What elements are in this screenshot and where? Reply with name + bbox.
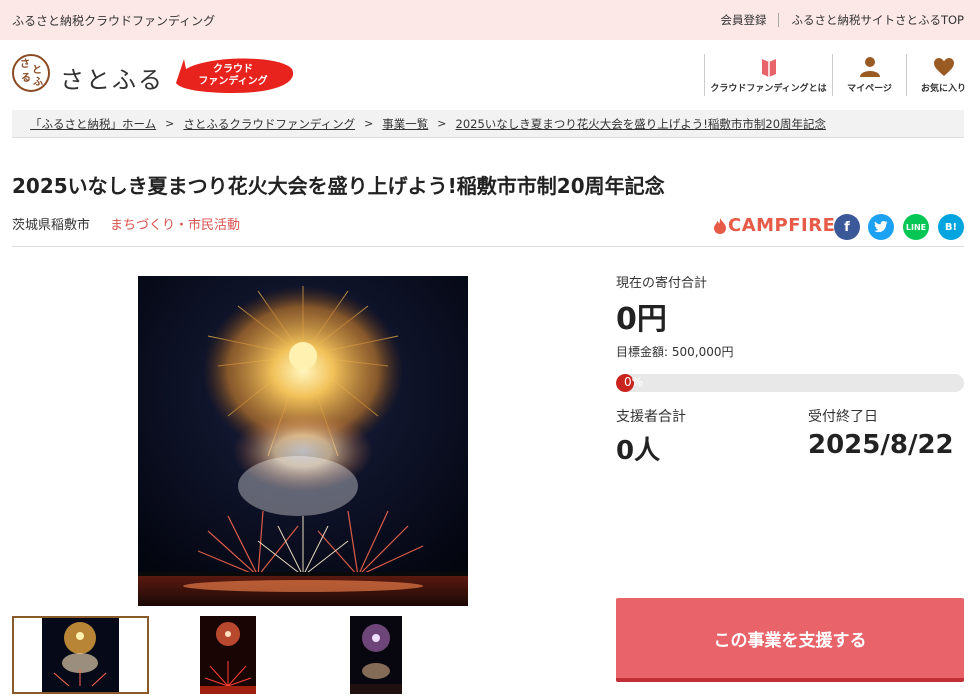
badge-line: ファンディング xyxy=(198,76,268,87)
thumbnail-3[interactable] xyxy=(350,616,402,694)
top-links: 会員登録 ふるさと納税サイトさとふるTOP xyxy=(720,12,964,28)
support-project-button[interactable]: この事業を支援する xyxy=(616,598,964,682)
satofull-logo-text[interactable]: さとふる xyxy=(60,60,164,95)
share-facebook-button[interactable]: f xyxy=(834,214,860,240)
breadcrumb-separator: > xyxy=(165,117,175,130)
line-icon: LINE xyxy=(905,222,927,232)
badge-line: クラウド xyxy=(213,64,253,75)
satofull-top-link[interactable]: ふるさと納税サイトさとふるTOP xyxy=(791,12,964,28)
nav-label: クラウドファンディングとは xyxy=(710,84,827,94)
breadcrumb-separator: > xyxy=(437,117,447,130)
header-nav: クラウドファンディングとは マイページ お気に入り xyxy=(704,54,980,96)
site-tagline: ふるさと納税クラウドファンディング xyxy=(12,14,216,28)
heart-icon xyxy=(933,58,954,76)
total-donation-value: 0円 xyxy=(616,302,667,337)
share-hatena-button[interactable]: B! xyxy=(938,214,964,240)
top-links-divider xyxy=(778,13,780,27)
thumbnail-image xyxy=(14,618,147,692)
breadcrumb-crowdfunding[interactable]: さとふるクラウドファンディング xyxy=(183,116,355,132)
book-icon xyxy=(761,59,776,77)
breadcrumb-separator: > xyxy=(364,117,374,130)
fireworks-image xyxy=(138,276,468,606)
share-line-button[interactable]: LINE xyxy=(903,214,929,240)
breadcrumb: 「ふるさと納税」ホーム > さとふるクラウドファンディング > 事業一覧 > 2… xyxy=(12,110,964,138)
supporters-label: 支援者合計 xyxy=(616,409,686,425)
nav-about-crowdfunding[interactable]: クラウドファンディングとは xyxy=(704,54,832,96)
progress-percent: 0% xyxy=(624,375,644,389)
badge-text: クラウド ファンディング xyxy=(170,64,296,88)
top-bar: ふるさと納税クラウドファンディング 会員登録 ふるさと納税サイトさとふるTOP xyxy=(0,0,980,40)
logo-mark-char: さ xyxy=(20,59,30,70)
nav-mypage[interactable]: マイページ xyxy=(832,54,906,96)
funding-progress-bar: 0% xyxy=(616,374,964,392)
thumbnail-1[interactable] xyxy=(12,616,149,694)
flame-icon xyxy=(714,217,726,234)
thumbnail-2[interactable] xyxy=(200,616,256,694)
page-title: 2025いなしき夏まつり花火大会を盛り上げよう!稲敷市市制20周年記念 xyxy=(12,174,665,198)
project-meta: 茨城県稲敷市 まちづくり・市民活動 xyxy=(12,214,240,233)
facebook-icon: f xyxy=(844,219,850,235)
project-location: 茨城県稲敷市 xyxy=(12,218,91,233)
breadcrumb-home[interactable]: 「ふるさと納税」ホーム xyxy=(30,116,156,132)
member-register-link[interactable]: 会員登録 xyxy=(720,12,766,28)
project-main-image[interactable] xyxy=(138,276,468,606)
nav-favorites[interactable]: お気に入り xyxy=(906,54,980,96)
twitter-icon xyxy=(874,221,888,233)
logo-mark-char: る xyxy=(21,73,31,84)
thumbnail-image xyxy=(350,616,402,694)
nav-label: お気に入り xyxy=(920,84,966,94)
logo-mark-char: ふ xyxy=(33,77,43,88)
logo-mark-char: と xyxy=(32,65,42,76)
breadcrumb-projects[interactable]: 事業一覧 xyxy=(382,116,428,132)
site-header: さ と る ふ さとふる クラウド ファンディング クラウドファンディングとは … xyxy=(0,40,980,108)
crowdfunding-badge[interactable]: クラウド ファンディング xyxy=(170,55,296,95)
satofull-logo-mark[interactable]: さ と る ふ xyxy=(12,54,50,92)
deadline-value: 2025/8/22 xyxy=(808,430,954,460)
deadline-label: 受付終了日 xyxy=(808,409,878,425)
nav-label: マイページ xyxy=(847,84,892,94)
goal-amount: 目標金額: 500,000円 xyxy=(616,345,734,359)
project-category[interactable]: まちづくり・市民活動 xyxy=(110,214,240,233)
campfire-text: CAMPFIRE xyxy=(728,215,836,236)
header-divider xyxy=(12,246,964,247)
total-donation-label: 現在の寄付合計 xyxy=(616,276,708,291)
breadcrumb-current[interactable]: 2025いなしき夏まつり花火大会を盛り上げよう!稲敷市市制20周年記念 xyxy=(456,116,827,132)
hatena-icon: B! xyxy=(944,221,958,233)
thumbnail-image xyxy=(200,616,256,694)
supporters-value: 0人 xyxy=(616,436,661,466)
share-twitter-button[interactable] xyxy=(868,214,894,240)
campfire-logo[interactable]: CAMPFIRE xyxy=(714,215,835,236)
user-icon xyxy=(859,57,880,77)
